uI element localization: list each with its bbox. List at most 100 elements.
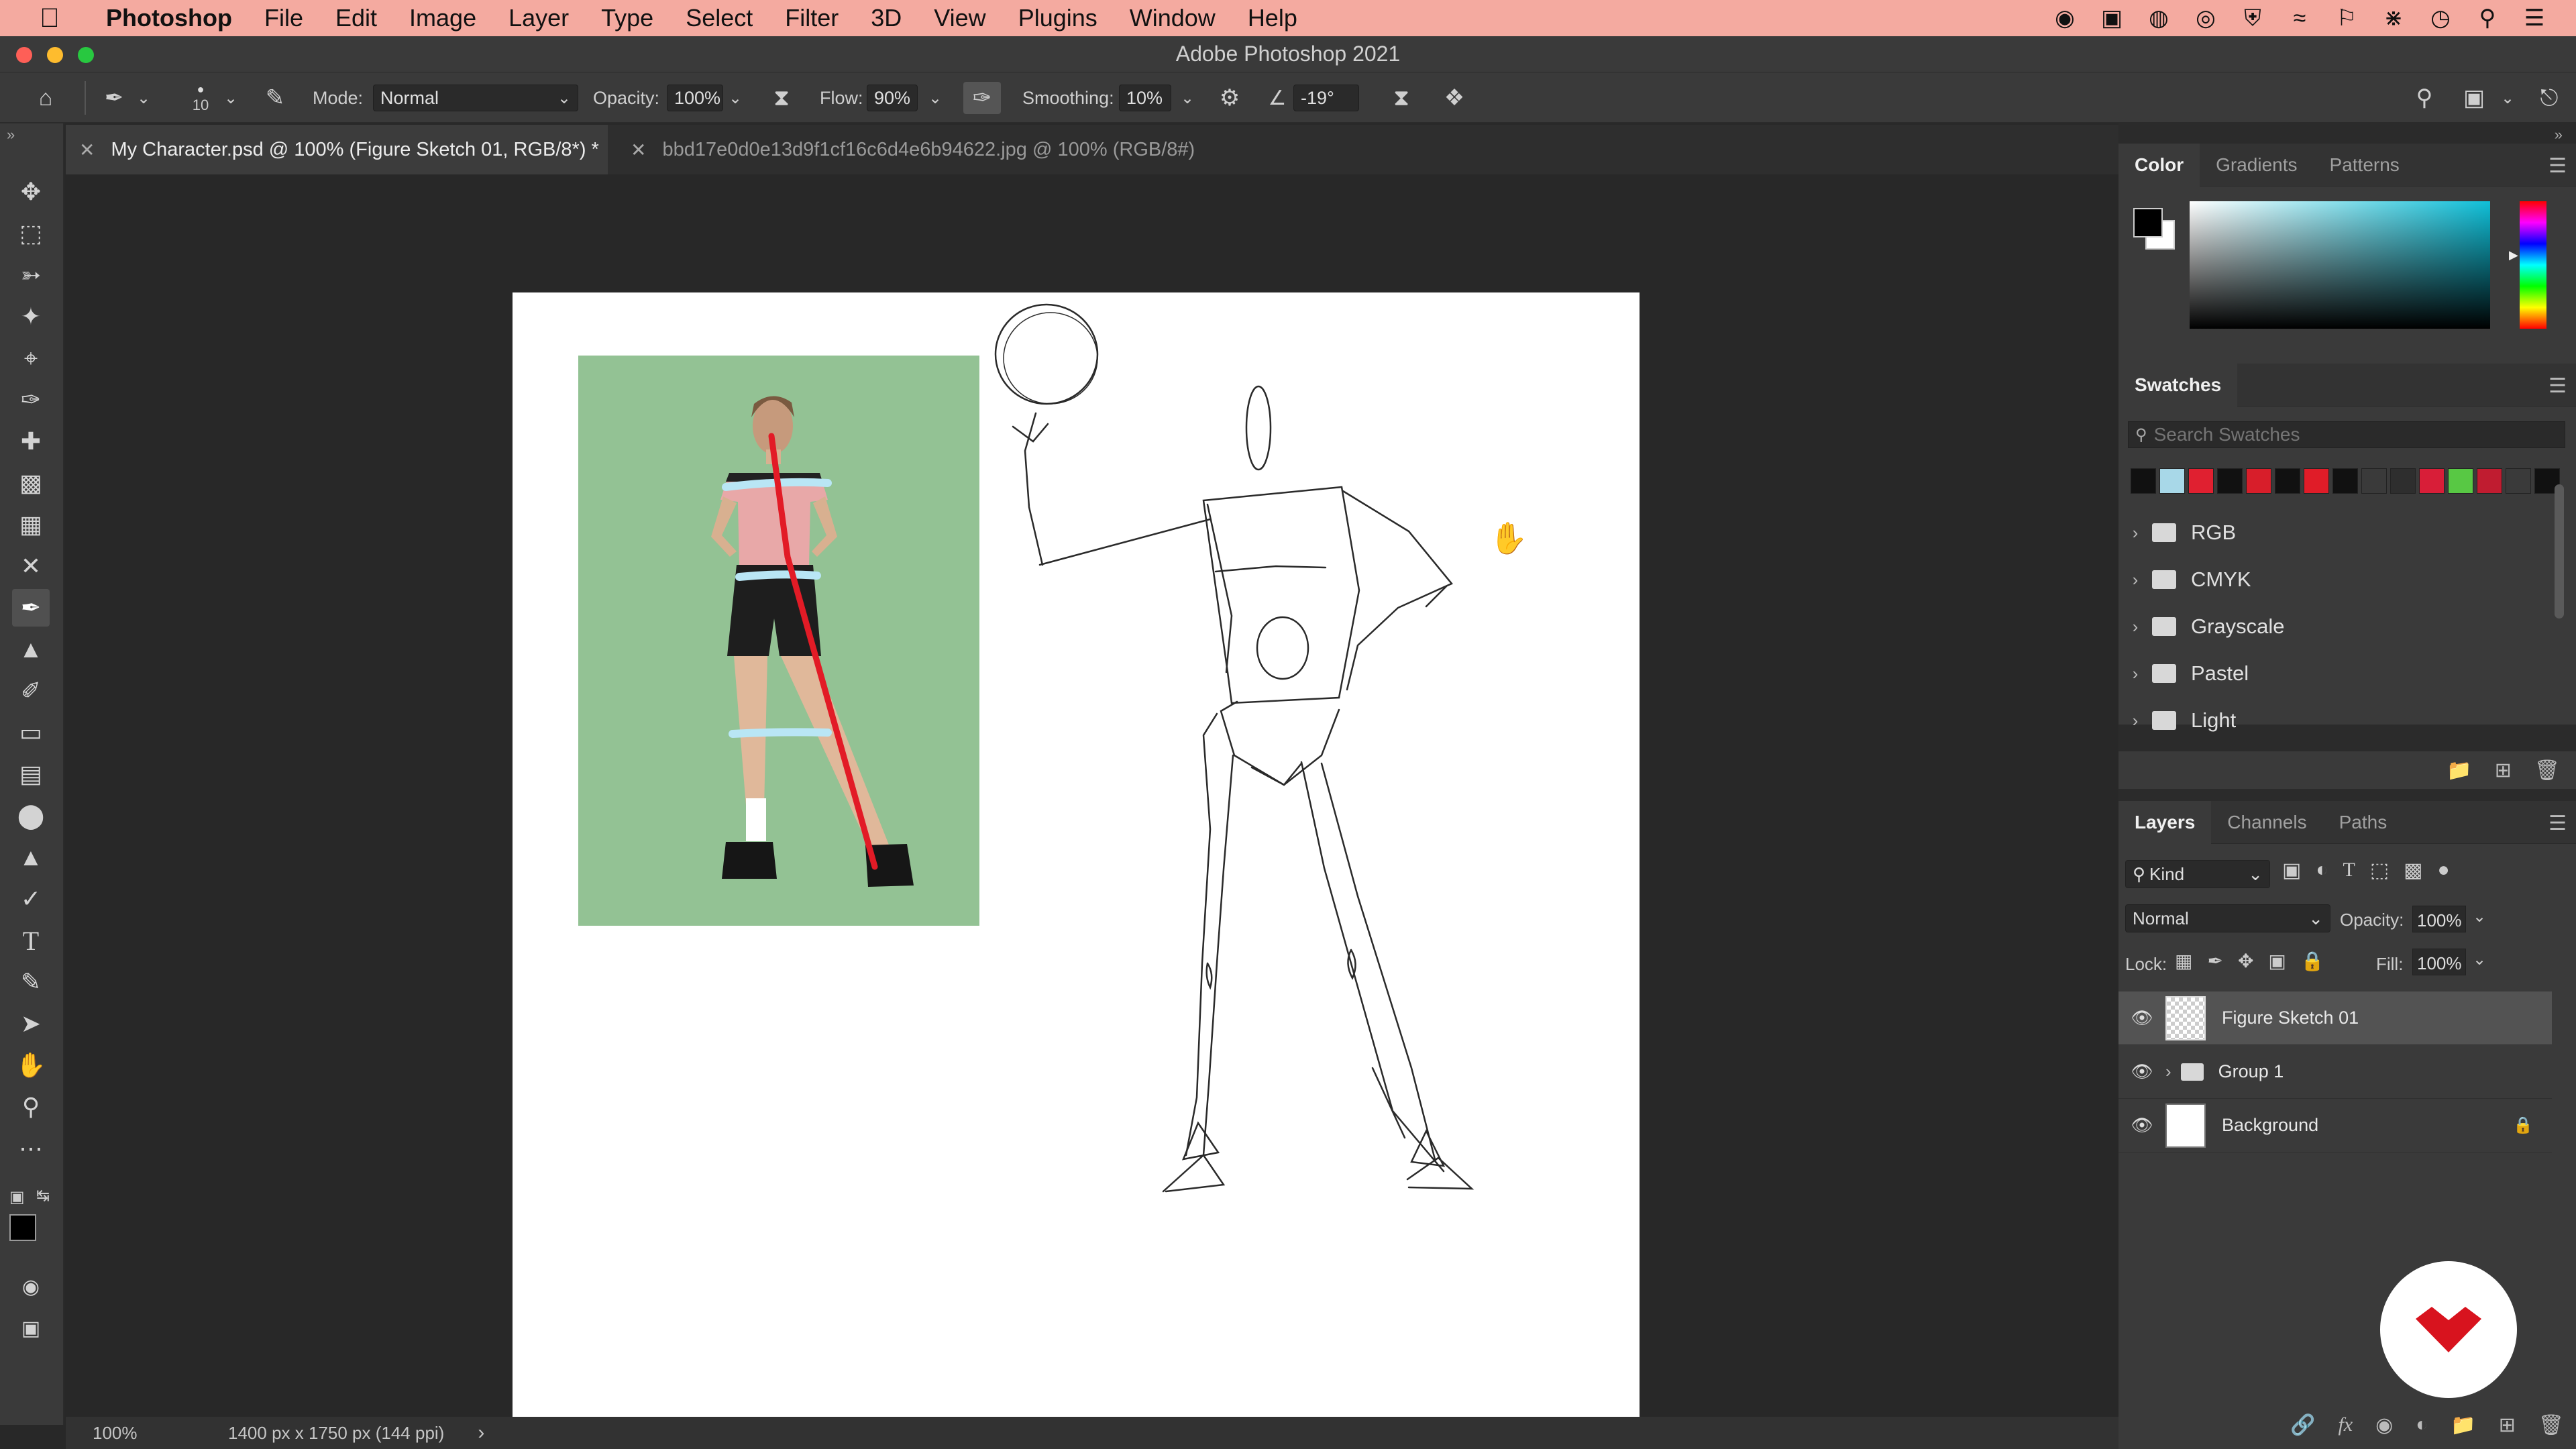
mode-select[interactable]: Normal ⌄ bbox=[373, 85, 578, 111]
menu-plugins[interactable]: Plugins bbox=[1002, 4, 1114, 32]
tab-gradients[interactable]: Gradients bbox=[2200, 144, 2313, 186]
minimize-window-button[interactable] bbox=[47, 47, 63, 63]
layer-row-group-1[interactable]: 👁 › Group 1 bbox=[2118, 1045, 2552, 1099]
creative-cloud-icon[interactable]: ◉ bbox=[2050, 3, 2080, 33]
eraser-tool-icon[interactable]: ▭ bbox=[12, 714, 50, 751]
swatch-group-grayscale[interactable]: › Grayscale bbox=[2118, 604, 2548, 649]
chevron-down-icon[interactable]: ⌄ bbox=[2473, 907, 2486, 926]
pressure-opacity-icon[interactable]: ⧗ bbox=[763, 72, 800, 123]
panel-menu-icon[interactable]: ☰ bbox=[2548, 154, 2567, 178]
fill-input[interactable]: 100% bbox=[2412, 949, 2466, 975]
tab-color[interactable]: Color bbox=[2118, 143, 2200, 186]
menu-file[interactable]: File bbox=[248, 4, 319, 32]
brush-tool-icon[interactable]: ✒ bbox=[12, 589, 50, 627]
blend-mode-select[interactable]: Normal ⌄ bbox=[2125, 904, 2330, 932]
swatches-scrollbar[interactable] bbox=[2555, 484, 2564, 619]
canvas-workspace[interactable] bbox=[66, 174, 2118, 1417]
history-brush-tool-icon[interactable]: ✐ bbox=[12, 672, 50, 710]
menu-type[interactable]: Type bbox=[585, 4, 669, 32]
trash-icon[interactable]: 🗑 bbox=[2534, 759, 2560, 782]
content-aware-move-icon[interactable]: ✕ bbox=[12, 547, 50, 585]
panel-menu-icon[interactable]: ☰ bbox=[2548, 812, 2567, 835]
swap-colors-icon[interactable]: ↹ bbox=[36, 1186, 50, 1205]
pressure-size-icon[interactable]: ⧗ bbox=[1383, 72, 1419, 123]
eye-visibility-icon[interactable]: 👁 bbox=[2118, 1008, 2165, 1028]
wifi-icon[interactable]: ≈ bbox=[2285, 3, 2314, 33]
gear-icon[interactable]: ⚙ bbox=[1212, 72, 1248, 123]
tab-channels[interactable]: Channels bbox=[2211, 801, 2322, 844]
filter-adjustment-icon[interactable]: ◐ bbox=[2316, 859, 2328, 882]
layer-filter-select[interactable]: ⚲ Kind ⌄ bbox=[2125, 860, 2270, 888]
swatch-color[interactable] bbox=[2332, 468, 2358, 494]
swatch-color[interactable] bbox=[2477, 468, 2502, 494]
filter-smart-object-icon[interactable]: ▩ bbox=[2404, 859, 2422, 882]
gradient-tool-icon[interactable]: ▤ bbox=[12, 755, 50, 793]
chevron-down-icon[interactable]: ⌄ bbox=[928, 72, 942, 123]
marquee-tool-icon[interactable]: ⬚ bbox=[12, 215, 50, 252]
type-tool-icon[interactable]: T bbox=[12, 922, 50, 959]
swatch-group-pastel[interactable]: › Pastel bbox=[2118, 651, 2548, 696]
close-tab-icon[interactable]: ✕ bbox=[79, 139, 95, 161]
menu-image[interactable]: Image bbox=[393, 4, 492, 32]
flow-input[interactable]: 90% bbox=[867, 85, 918, 111]
bluetooth-icon[interactable]: ⋇ bbox=[2379, 3, 2408, 33]
screen-mode-icon[interactable]: ▣ bbox=[12, 1309, 50, 1347]
menu-help[interactable]: Help bbox=[1232, 4, 1313, 32]
blur-tool-icon[interactable]: ⬤ bbox=[12, 797, 50, 835]
lock-all-icon[interactable]: 🔒 bbox=[2301, 950, 2324, 972]
menu-edit[interactable]: Edit bbox=[319, 4, 393, 32]
swatch-color[interactable] bbox=[2419, 468, 2445, 494]
eyedropper-tool-icon[interactable]: ✑ bbox=[12, 381, 50, 419]
tab-reference-jpg[interactable]: ✕ bbd17e0d0e13d9f1cf16c6d4e6b94622.jpg @… bbox=[617, 125, 1288, 174]
lasso-tool-icon[interactable]: ➳ bbox=[12, 256, 50, 294]
menu-window[interactable]: Window bbox=[1114, 4, 1232, 32]
default-colors-icon[interactable]: ▣ bbox=[9, 1187, 25, 1207]
screen-share-icon[interactable]: ▣ bbox=[2097, 3, 2127, 33]
layer-row-background[interactable]: 👁 Background 🔒 bbox=[2118, 1099, 2552, 1152]
close-tab-icon[interactable]: ✕ bbox=[631, 139, 646, 161]
opacity-input[interactable]: 100% bbox=[667, 85, 723, 111]
filter-toggle-icon[interactable]: ● bbox=[2438, 859, 2450, 882]
lock-paint-icon[interactable]: ✒ bbox=[2207, 950, 2222, 972]
chevron-down-icon[interactable]: ⌄ bbox=[2473, 950, 2486, 969]
symmetry-butterfly-icon[interactable]: ❖ bbox=[1436, 72, 1473, 123]
screen-record-icon[interactable]: ◍ bbox=[2144, 3, 2174, 33]
new-swatch-icon[interactable]: ⊞ bbox=[2495, 759, 2512, 782]
swatch-color[interactable] bbox=[2188, 468, 2214, 494]
smoothing-input[interactable]: 10% bbox=[1119, 85, 1171, 111]
filter-pixel-icon[interactable]: ▣ bbox=[2282, 859, 2301, 882]
layer-row-figure-sketch[interactable]: 👁 Figure Sketch 01 bbox=[2118, 991, 2552, 1045]
status-menu-arrow[interactable]: › bbox=[478, 1421, 484, 1444]
menu-layer[interactable]: Layer bbox=[492, 4, 585, 32]
hand-tool-icon[interactable]: ✋ bbox=[12, 1046, 50, 1084]
chevron-right-icon[interactable]: › bbox=[2165, 1061, 2171, 1082]
move-tool-icon[interactable]: ✥ bbox=[12, 173, 50, 211]
swatch-color[interactable] bbox=[2448, 468, 2473, 494]
add-mask-icon[interactable]: ◉ bbox=[2375, 1413, 2393, 1437]
eye-visibility-icon[interactable]: 👁 bbox=[2118, 1115, 2165, 1136]
clone-stamp-tool-icon[interactable]: ▲ bbox=[12, 631, 50, 668]
clock-icon[interactable]: ◷ bbox=[2426, 3, 2455, 33]
color-field[interactable] bbox=[2190, 201, 2490, 329]
swatch-color[interactable] bbox=[2246, 468, 2271, 494]
airbrush-icon[interactable]: ✑ bbox=[963, 82, 1001, 114]
brush-settings-icon[interactable]: ✎ bbox=[258, 72, 292, 123]
menu-view[interactable]: View bbox=[918, 4, 1002, 32]
new-group-folder-icon[interactable]: 📁 bbox=[2447, 759, 2471, 782]
workspace-icon[interactable]: ▣ bbox=[2455, 72, 2493, 123]
swatch-color[interactable] bbox=[2390, 468, 2416, 494]
apple-icon[interactable]:  bbox=[30, 3, 70, 34]
search-icon[interactable]: ⚲ bbox=[2406, 72, 2443, 123]
shield-icon[interactable]: ⛨ bbox=[2238, 3, 2267, 33]
more-tools-icon[interactable]: ⋯ bbox=[12, 1130, 50, 1167]
swatch-color[interactable] bbox=[2275, 468, 2300, 494]
eye-visibility-icon[interactable]: 👁 bbox=[2118, 1061, 2165, 1082]
chevron-down-icon[interactable]: ⌄ bbox=[729, 72, 742, 123]
menu-3d[interactable]: 3D bbox=[855, 4, 918, 32]
close-window-button[interactable] bbox=[16, 47, 32, 63]
swatch-group-rgb[interactable]: › RGB bbox=[2118, 510, 2548, 555]
tab-patterns[interactable]: Patterns bbox=[2314, 144, 2416, 186]
lock-transparent-icon[interactable]: ▦ bbox=[2175, 950, 2192, 972]
angle-input[interactable]: -19° bbox=[1293, 85, 1359, 111]
swatch-color[interactable] bbox=[2131, 468, 2156, 494]
